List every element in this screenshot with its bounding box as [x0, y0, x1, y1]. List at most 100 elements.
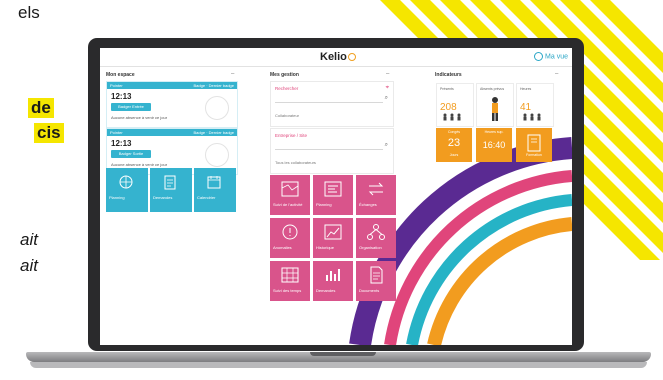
tile-value: 16:40 — [482, 140, 506, 150]
alert-icon — [282, 224, 298, 240]
tile-documents[interactable]: Documents — [356, 261, 396, 301]
clock-icon — [205, 96, 229, 120]
highlight-text: cis — [34, 123, 64, 143]
tile-echanges[interactable]: Échanges — [356, 175, 396, 215]
tile-organisation[interactable]: Organisation — [356, 218, 396, 258]
search-note: Collaborateur — [275, 113, 300, 118]
search-icon[interactable]: ⌕ — [385, 142, 388, 149]
person-figure-icon — [492, 97, 498, 121]
highlight-text: de — [28, 98, 54, 118]
people-icon — [523, 113, 541, 121]
pin-icon[interactable]: ⌖ — [386, 85, 389, 92]
globe-icon — [119, 175, 133, 189]
timecard-time: 12:13 — [111, 139, 132, 148]
tile-planning[interactable]: Planning — [313, 175, 353, 215]
tile-label: Suivi de l'activité — [273, 202, 303, 207]
stat-value: 208 — [440, 102, 457, 113]
column-title: Mes gestion — [270, 72, 299, 78]
tile-suivi-temps[interactable]: Suivi des temps — [270, 261, 310, 301]
timecard: Pointer Badge · Dernier badge 12:13 Badge… — [106, 81, 238, 128]
laptop-notch — [310, 352, 376, 356]
schedule-icon — [324, 181, 342, 197]
stat-value: 41 — [520, 102, 532, 113]
tile-suivi-activite[interactable]: Suivi de l'activité — [270, 175, 310, 215]
document-icon — [370, 266, 383, 284]
tile-calendrier[interactable]: Calendrier — [194, 168, 236, 212]
stat-label: Absents prévus — [480, 87, 505, 91]
clock-icon — [205, 143, 229, 167]
search-note: Tous les collaborateurs — [275, 160, 316, 165]
user-menu[interactable]: Ma vue — [534, 52, 568, 61]
tile-label: Historique — [316, 245, 335, 250]
tile-demandes[interactable]: Demandes — [150, 168, 192, 212]
timecard-head-left: Pointer — [110, 83, 123, 88]
network-icon — [367, 224, 385, 240]
stat-card: Absents prévus — [476, 83, 514, 127]
logo-ring-icon — [348, 53, 356, 61]
tile-label: Demandes — [153, 195, 173, 200]
timecard-head-right: Badge · Dernier badge — [193, 83, 234, 88]
laptop-shadow — [30, 362, 647, 368]
tile-label: Organisation — [359, 245, 382, 250]
tile-label: Documents — [359, 288, 380, 293]
search-card: Entreprise / Site ⌕ Tous les collaborate… — [270, 128, 394, 174]
brand-logo: Kelio — [320, 51, 347, 63]
book-icon — [527, 134, 541, 152]
tile-planning[interactable]: Planning — [106, 168, 148, 212]
tile-label: Échanges — [359, 202, 377, 207]
collapse-icon[interactable]: – — [386, 71, 389, 77]
tile-demandes[interactable]: Demandes — [313, 261, 353, 301]
italic-text: ait — [20, 256, 38, 275]
user-icon — [534, 52, 544, 61]
collapse-icon[interactable]: – — [231, 71, 234, 77]
tile-conges[interactable]: Congés 23 Jours — [436, 128, 472, 162]
tile-label: Suivi des temps — [273, 288, 302, 293]
tile-anomalies[interactable]: Anomalies — [270, 218, 310, 258]
search-card: Rechercher ⌖ ⌕ Collaborateur — [270, 81, 394, 127]
tile-label: Planning — [109, 195, 125, 200]
badge-button[interactable]: Badger Sortie — [111, 150, 151, 158]
people-icon — [443, 113, 461, 121]
tile-formation[interactable]: Formation — [516, 128, 552, 162]
tile-value: 23 — [447, 137, 461, 149]
tile-label: Anomalies — [273, 245, 292, 250]
column-title: Mon espace — [106, 72, 135, 78]
timecard-note: Aucune absence à venir ce jour — [111, 162, 168, 167]
chart-icon — [324, 224, 342, 240]
grid-icon — [281, 267, 299, 283]
column-title: Indicateurs — [435, 72, 462, 78]
search-icon[interactable]: ⌕ — [385, 95, 388, 102]
tile-historique[interactable]: Historique — [313, 218, 353, 258]
tile-head: Formation — [526, 153, 542, 157]
search-input[interactable] — [275, 149, 383, 150]
timecard-head-left: Pointer — [110, 130, 123, 135]
collapse-icon[interactable]: – — [555, 71, 558, 77]
tile-label: Planning — [316, 202, 332, 207]
laptop-screen: Kelio Ma vue Mon espace – Pointer Badge ·… — [100, 48, 572, 345]
timecard-time: 12:13 — [111, 92, 132, 101]
text-fragment: els — [18, 3, 40, 22]
tile-label: Demandes — [316, 288, 336, 293]
timecard-note: Aucune absence à venir ce jour — [111, 115, 168, 120]
tile-head: Congés — [447, 130, 461, 134]
timecard-head-right: Badge · Dernier badge — [193, 130, 234, 135]
search-input[interactable] — [275, 102, 383, 103]
stat-card: Heures 41 — [516, 83, 554, 127]
search-title: Rechercher — [275, 86, 299, 91]
tile-label: Calendrier — [197, 195, 216, 200]
user-menu-label: Ma vue — [545, 53, 568, 61]
calendar-icon — [207, 176, 221, 189]
tile-sub: Jours — [449, 153, 459, 157]
app-header: Kelio Ma vue — [100, 48, 572, 67]
map-icon — [281, 181, 299, 197]
search-title: Entreprise / Site — [275, 133, 308, 138]
chart-bar-icon — [326, 269, 340, 281]
tile-heures-sup[interactable]: Heures sup. 16:40 — [476, 128, 512, 162]
italic-text: ait — [20, 230, 38, 249]
arrows-icon — [368, 182, 384, 196]
tile-head: Heures sup. — [484, 130, 504, 134]
stat-label: Heures — [520, 87, 532, 91]
stat-label: Présents — [440, 87, 454, 91]
badge-button[interactable]: Badger Entrée — [111, 103, 151, 111]
clipboard-icon — [164, 175, 176, 190]
